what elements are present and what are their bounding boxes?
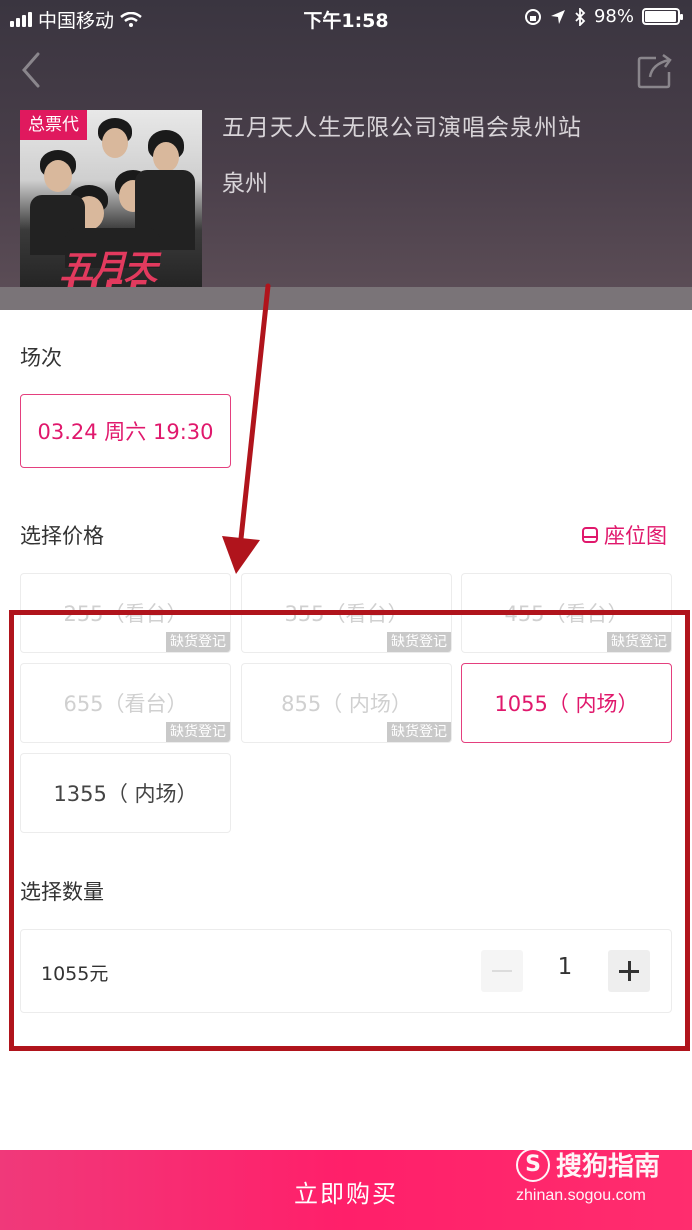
bluetooth-icon (575, 7, 586, 26)
seat-map-label: 座位图 (604, 524, 667, 548)
price-option-label: 355（看台） (284, 602, 409, 626)
price-option[interactable]: 655（看台） 缺货登记 (20, 663, 231, 743)
battery-percent: 98% (593, 6, 634, 27)
poster-logo-life: LIFE (64, 275, 152, 310)
back-icon[interactable] (18, 50, 46, 90)
battery-icon (642, 8, 683, 25)
increase-button[interactable] (608, 950, 650, 992)
decrease-button[interactable] (481, 950, 523, 992)
price-option[interactable]: 355（看台） 缺货登记 (241, 573, 452, 653)
seat-icon (582, 527, 598, 543)
price-option[interactable]: 255（看台） 缺货登记 (20, 573, 231, 653)
price-option-label: 255（看台） (63, 602, 188, 626)
soldout-register-tag[interactable]: 缺货登记 (387, 632, 451, 652)
session-label: 场次 (20, 346, 62, 370)
event-poster: 五月天 LIFE (20, 110, 202, 310)
price-option-label: 455（看台） (504, 602, 629, 626)
price-option[interactable]: 1055（ 内场） (461, 663, 672, 743)
quantity-value: 1 (557, 954, 573, 980)
price-label: 选择价格 (20, 524, 104, 548)
price-option[interactable]: 455（看台） 缺货登记 (461, 573, 672, 653)
seat-map-link[interactable]: 座位图 (580, 520, 667, 550)
soldout-register-tag[interactable]: 缺货登记 (166, 632, 230, 652)
soldout-register-tag[interactable]: 缺货登记 (166, 722, 230, 742)
status-bar: 中国移动 下午1:58 98% (0, 0, 692, 36)
rotation-lock-icon (524, 8, 541, 25)
event-city: 泉州 (222, 171, 268, 197)
price-option[interactable]: 855（ 内场） 缺货登记 (241, 663, 452, 743)
watermark-brand: 搜狗指南 (556, 1152, 661, 1182)
unit-price: 1055元 (41, 963, 109, 985)
watermark: S 搜狗指南 zhinan.sogou.com (516, 1146, 660, 1205)
soldout-register-tag[interactable]: 缺货登记 (387, 722, 451, 742)
price-option[interactable]: 1355（ 内场） (20, 753, 231, 833)
price-option-label: 655（看台） (63, 692, 188, 716)
price-option-label: 1055（ 内场） (494, 692, 639, 716)
quantity-row: 1055元 1 (20, 929, 672, 1013)
event-header: 中国移动 下午1:58 98% 五月天 LIFE 总票代 五月天人生无限公司演唱… (0, 0, 692, 310)
watermark-url: zhinan.sogou.com (516, 1187, 646, 1204)
share-icon[interactable] (636, 52, 674, 90)
location-icon (550, 9, 565, 24)
session-option[interactable]: 03.24 周六 19:30 (20, 394, 231, 468)
event-title: 五月天人生无限公司演唱会泉州站 (222, 115, 582, 141)
sogou-logo-icon: S (516, 1147, 550, 1182)
price-option-label: 855（ 内场） (281, 692, 412, 716)
agent-badge: 总票代 (20, 110, 87, 140)
soldout-register-tag[interactable]: 缺货登记 (607, 632, 671, 652)
price-option-label: 1355（ 内场） (53, 782, 198, 806)
quantity-label: 选择数量 (20, 880, 104, 904)
